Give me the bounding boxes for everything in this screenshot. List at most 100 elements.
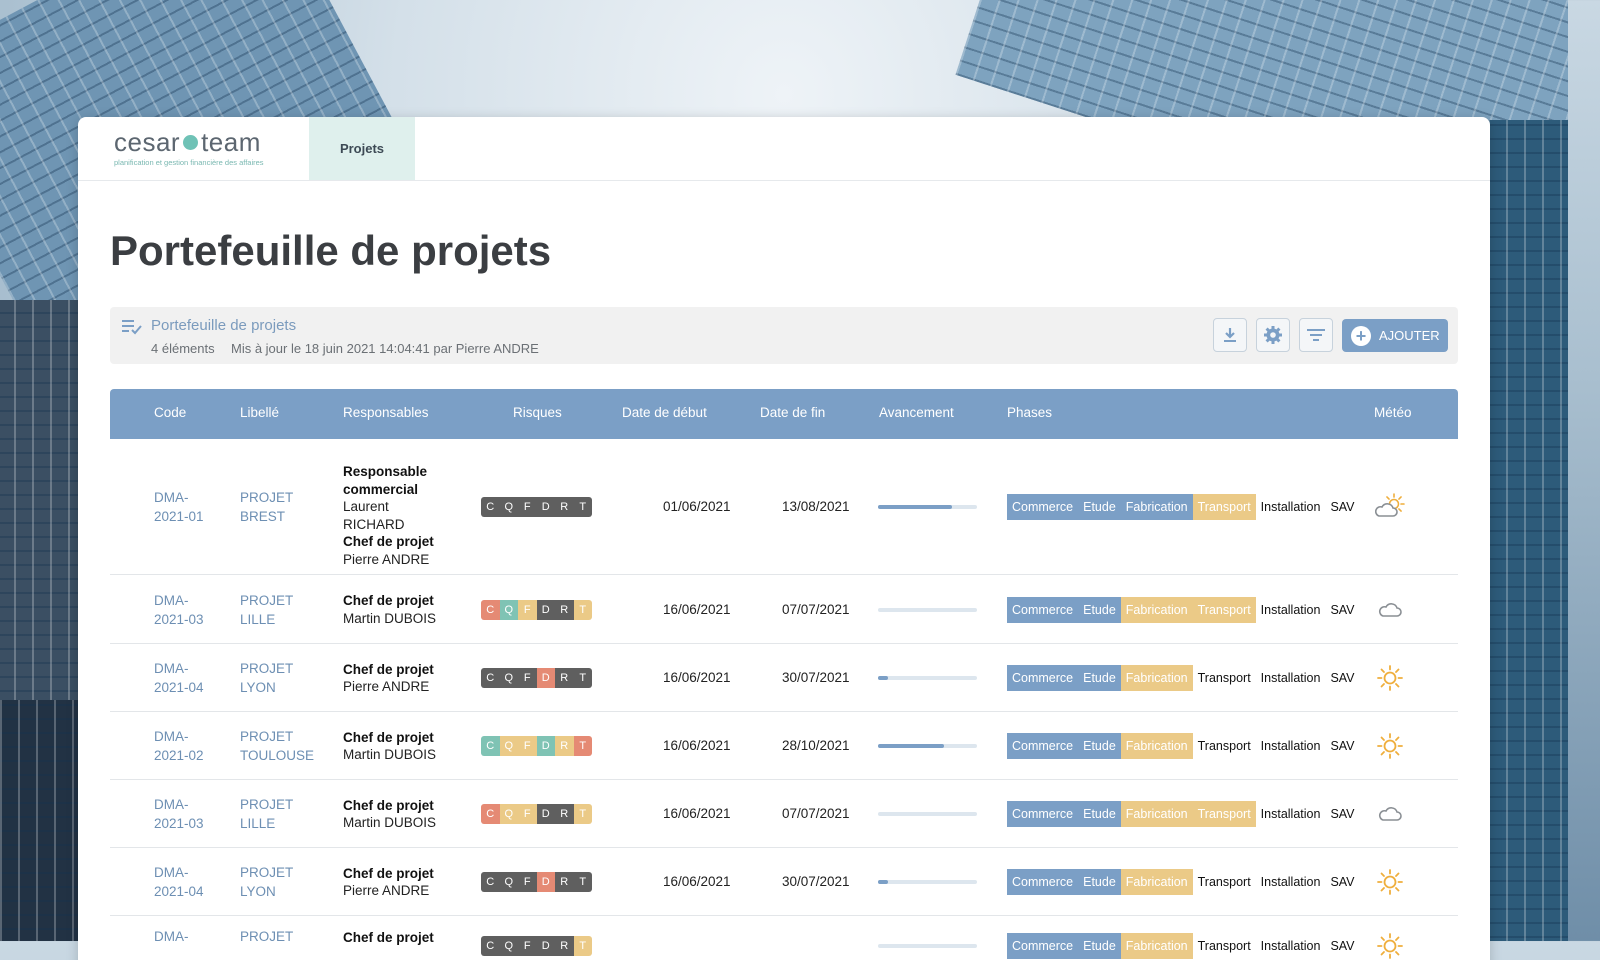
phase-chip: Commerce: [1007, 733, 1079, 759]
filter-icon: [1307, 329, 1325, 341]
risk-indicators[interactable]: CQFDRT: [481, 668, 592, 688]
project-code[interactable]: DMA- 2021-04: [154, 659, 204, 697]
project-label-line: BREST: [240, 509, 286, 524]
add-button[interactable]: + AJOUTER: [1342, 319, 1448, 352]
risk-badge: R: [555, 936, 574, 956]
list-check-icon: [122, 320, 142, 335]
responsable-role: Chef de projet: [343, 729, 434, 745]
risk-badge: R: [555, 599, 574, 620]
phase-chip: Fabrication: [1120, 933, 1193, 959]
risk-badge: T: [573, 599, 592, 620]
phase-chip: SAV: [1330, 739, 1355, 753]
phases[interactable]: Commerce Etude Fabrication Transport Install…: [1007, 869, 1360, 895]
col-code[interactable]: Code: [154, 405, 186, 420]
risk-badge: C: [481, 872, 500, 892]
table-row[interactable]: DMA- 2021-04 PROJET LYON Chef de projet P…: [110, 644, 1458, 712]
phase-chip: Commerce: [1007, 494, 1079, 520]
progress-bar: [878, 880, 977, 884]
filter-button[interactable]: [1299, 318, 1333, 352]
phase-chip: Transport: [1197, 939, 1251, 953]
table-row[interactable]: DMA- 2021-02 PROJET TOULOUSE Chef de proj…: [110, 712, 1458, 780]
settings-button[interactable]: [1256, 318, 1290, 352]
col-end-date[interactable]: Date de fin: [760, 405, 825, 420]
responsable-role: Chef de projet: [343, 797, 434, 813]
risk-badge: Q: [499, 497, 518, 517]
risk-badge: F: [518, 804, 537, 824]
phases[interactable]: Commerce Etude Fabrication Transport Install…: [1007, 665, 1360, 691]
project-label-line: LILLE: [240, 611, 276, 627]
project-code[interactable]: DMA- 2021-02: [154, 727, 204, 765]
risk-badge: C: [481, 804, 500, 824]
col-label[interactable]: Libellé: [240, 405, 279, 420]
risk-badge: T: [573, 497, 592, 517]
cesar-team-logo[interactable]: cesar team planification et gestion fina…: [78, 117, 309, 180]
phase-chip: Commerce: [1007, 869, 1079, 895]
project-code[interactable]: DMA-: [154, 927, 189, 946]
col-risks[interactable]: Risques: [513, 405, 562, 420]
phase-chip: Transport: [1192, 494, 1256, 520]
table-row[interactable]: DMA- 2021-03 PROJET LILLE Chef de projet …: [110, 575, 1458, 644]
risk-indicators[interactable]: CQFDRT: [481, 497, 592, 517]
cloud-icon: [1375, 799, 1405, 829]
add-button-label: AJOUTER: [1379, 328, 1440, 343]
project-label-line: LILLE: [240, 816, 276, 831]
sun-icon: [1375, 867, 1405, 897]
phase-chip: Installation: [1260, 807, 1321, 821]
col-start-date[interactable]: Date de début: [622, 405, 707, 420]
project-code-line: 2021-03: [154, 816, 204, 831]
phase-chip: Fabrication: [1120, 801, 1193, 827]
sun-icon: [1375, 663, 1405, 693]
phases[interactable]: Commerce Etude Fabrication Transport Install…: [1007, 933, 1360, 959]
project-label[interactable]: PROJET: [240, 927, 293, 946]
project-label[interactable]: PROJET LILLE: [240, 591, 293, 629]
risk-badge: C: [481, 736, 500, 756]
project-code[interactable]: DMA- 2021-01: [154, 488, 204, 526]
risk-indicators[interactable]: CQFDRT: [481, 804, 592, 824]
project-code-line: DMA-: [154, 865, 189, 880]
project-label[interactable]: PROJET LILLE: [240, 795, 293, 833]
table-row[interactable]: DMA- 2021-01 PROJET BREST Responsable com…: [110, 439, 1458, 575]
project-code[interactable]: DMA- 2021-03: [154, 591, 204, 629]
progress-bar: [878, 607, 977, 612]
risk-indicators[interactable]: CQFDRT: [481, 936, 592, 956]
risk-badge: R: [555, 668, 574, 688]
project-code[interactable]: DMA- 2021-04: [154, 863, 204, 901]
phase-chip: SAV: [1330, 939, 1355, 953]
risk-indicators[interactable]: CQFDRT: [481, 599, 592, 620]
start-date: 16/06/2021: [663, 738, 731, 753]
table-row[interactable]: DMA- PROJET Chef de projet CQFDRT Commer…: [110, 916, 1458, 960]
risk-indicators[interactable]: CQFDRT: [481, 736, 592, 756]
col-meteo[interactable]: Météo: [1374, 405, 1412, 420]
risk-badge: D: [536, 936, 555, 956]
end-date: 13/08/2021: [782, 499, 850, 514]
phases[interactable]: Commerce Etude Fabrication Transport Install…: [1007, 801, 1360, 827]
project-label[interactable]: PROJET BREST: [240, 488, 293, 526]
phases[interactable]: Commerce Etude Fabrication Transport Install…: [1007, 494, 1360, 520]
project-label[interactable]: PROJET LYON: [240, 659, 293, 697]
phase-chip: Commerce: [1007, 801, 1079, 827]
col-progress[interactable]: Avancement: [879, 405, 954, 420]
risk-badge: R: [555, 872, 574, 892]
responsable-name: Pierre ANDRE: [343, 679, 430, 694]
project-label[interactable]: PROJET LYON: [240, 863, 293, 901]
end-date: 07/07/2021: [782, 601, 850, 617]
table-row[interactable]: DMA- 2021-03 PROJET LILLE Chef de projet …: [110, 780, 1458, 848]
project-label[interactable]: PROJET TOULOUSE: [240, 727, 314, 765]
col-phases[interactable]: Phases: [1007, 405, 1052, 420]
risk-indicators[interactable]: CQFDRT: [481, 872, 592, 892]
phases[interactable]: Commerce Etude Fabrication Transport Install…: [1007, 596, 1360, 623]
download-button[interactable]: [1213, 318, 1247, 352]
table-header: Code Libellé Responsables Risques Date d…: [110, 389, 1458, 439]
cloud-sun-icon: [1375, 492, 1405, 522]
progress-bar: [878, 812, 977, 816]
phase-chip: Fabrication: [1120, 869, 1193, 895]
project-label-line: PROJET: [240, 490, 294, 505]
tab-projets[interactable]: Projets: [309, 117, 415, 180]
phases[interactable]: Commerce Etude Fabrication Transport Install…: [1007, 733, 1360, 759]
progress-bar: [878, 944, 977, 948]
list-title[interactable]: Portefeuille de projets: [151, 317, 296, 334]
project-code[interactable]: DMA- 2021-03: [154, 795, 204, 833]
table-row[interactable]: DMA- 2021-04 PROJET LYON Chef de projet P…: [110, 848, 1458, 916]
col-responsables[interactable]: Responsables: [343, 405, 429, 420]
risk-badge: D: [536, 804, 555, 824]
